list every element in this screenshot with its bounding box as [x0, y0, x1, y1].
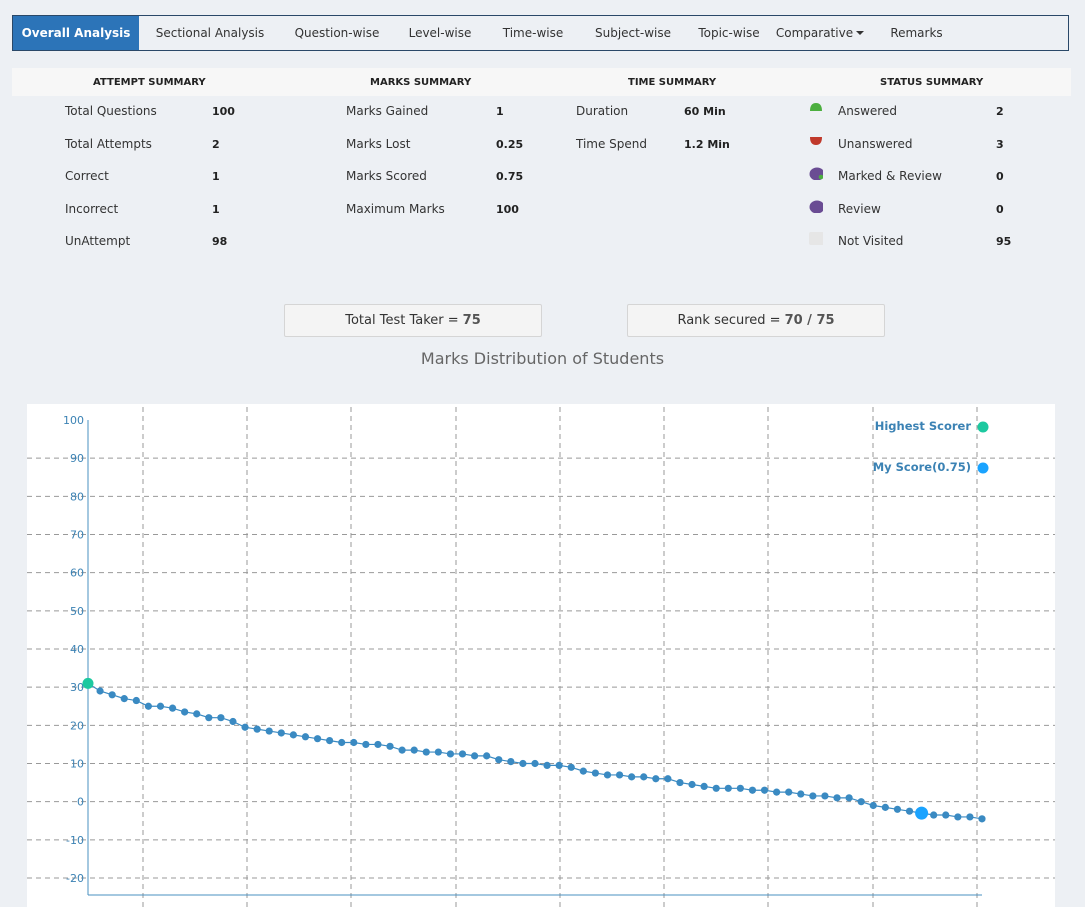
data-point: [483, 752, 491, 760]
data-point: [978, 815, 986, 823]
data-point: [603, 771, 612, 779]
y-tick-label: 80: [70, 490, 84, 503]
data-point: [338, 738, 346, 747]
legend-marker: [977, 462, 989, 474]
y-tick-label: 10: [70, 758, 84, 771]
data-point: [954, 813, 962, 821]
data-point: [434, 748, 442, 756]
data-point: [205, 714, 213, 722]
data-point: [615, 771, 624, 779]
data-point: [543, 761, 551, 770]
data-point: [555, 761, 563, 770]
data-point: [591, 769, 600, 777]
my-score-point: [915, 806, 929, 820]
data-point: [265, 727, 273, 735]
data-point: [809, 792, 817, 800]
data-point: [108, 691, 116, 699]
data-point: [313, 735, 322, 743]
data-point: [785, 788, 793, 796]
data-point: [120, 695, 128, 703]
data-point: [821, 792, 829, 800]
data-point: [833, 794, 841, 802]
data-point: [930, 811, 938, 819]
y-tick-label: 70: [70, 529, 84, 542]
y-tick-label: -20: [66, 872, 84, 885]
data-point: [350, 738, 358, 747]
data-point: [277, 729, 285, 737]
data-point: [531, 759, 539, 768]
data-point: [652, 775, 660, 783]
data-point: [458, 750, 467, 758]
y-tick-label: 0: [77, 796, 84, 809]
data-point: [773, 788, 781, 796]
data-point: [905, 807, 914, 815]
data-point: [470, 752, 479, 760]
data-point: [881, 803, 889, 811]
legend-marker: [977, 421, 989, 433]
data-point: [326, 737, 334, 745]
data-point: [289, 731, 297, 739]
data-point: [857, 798, 865, 806]
y-tick-label: 60: [70, 567, 84, 580]
data-point: [724, 784, 732, 792]
marks-distribution-chart: 1009080706050403020100-10-20Highest Scor…: [27, 407, 1055, 907]
legend-label: Highest Scorer: [875, 419, 972, 433]
data-point: [386, 742, 394, 750]
data-point: [446, 750, 455, 758]
data-point: [712, 784, 720, 792]
data-point: [507, 757, 515, 766]
data-point: [942, 811, 950, 819]
data-point: [422, 748, 430, 756]
data-point: [132, 696, 140, 705]
data-point: [410, 746, 418, 754]
data-point: [845, 794, 853, 802]
data-point: [748, 786, 757, 794]
data-point: [579, 767, 587, 775]
data-point: [688, 780, 696, 789]
data-point: [156, 702, 165, 710]
data-point: [253, 725, 261, 733]
data-point: [966, 813, 974, 821]
data-point: [96, 687, 104, 695]
data-point: [301, 733, 310, 741]
data-point: [168, 704, 177, 712]
y-tick-label: -10: [66, 834, 84, 847]
data-point: [736, 784, 744, 792]
data-point: [398, 746, 406, 754]
highest-scorer-point: [82, 677, 94, 689]
data-point: [229, 717, 237, 726]
legend-label: My Score(0.75): [873, 460, 971, 474]
data-point: [700, 782, 708, 791]
y-tick-label: 40: [70, 643, 84, 656]
data-point: [640, 773, 648, 781]
y-tick-label: 50: [70, 605, 84, 618]
data-point: [144, 702, 153, 710]
data-point: [495, 756, 503, 764]
data-point: [760, 786, 769, 794]
data-point: [664, 775, 672, 783]
data-point: [519, 759, 527, 768]
data-point: [869, 801, 877, 810]
data-point: [676, 778, 684, 787]
y-tick-label: 30: [70, 681, 84, 694]
data-point: [241, 723, 249, 731]
data-point: [374, 740, 382, 749]
data-point: [893, 805, 902, 813]
y-tick-label: 100: [63, 414, 84, 427]
data-point: [628, 773, 636, 781]
y-tick-label: 90: [70, 452, 84, 465]
data-point: [193, 710, 201, 718]
data-point: [362, 740, 370, 749]
data-point: [181, 708, 189, 716]
data-point: [217, 714, 225, 722]
y-tick-label: 20: [70, 719, 84, 732]
data-point: [567, 763, 575, 771]
data-point: [797, 790, 805, 798]
